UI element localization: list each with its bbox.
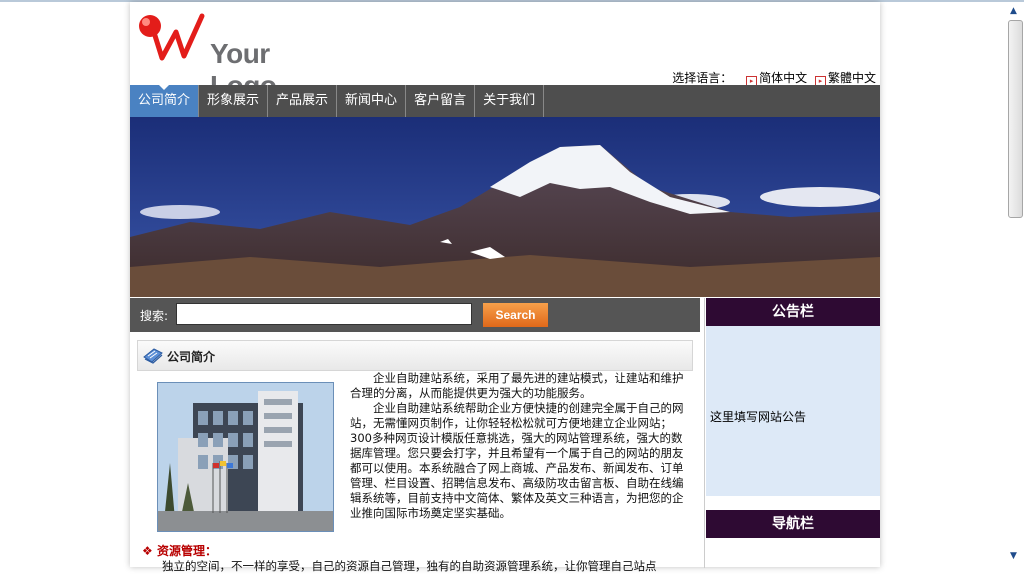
search-button[interactable]: Search [483, 303, 548, 327]
column-divider [704, 298, 705, 568]
navigation-panel-title: 导航栏 [706, 510, 880, 538]
book-icon [142, 345, 164, 368]
notice-board: 这里填写网站公告 [706, 326, 880, 496]
nav-item-news[interactable]: 新闻中心 [337, 85, 407, 117]
intro-paragraph: 企业自助建站系统，采用了最先进的建站模式，让建站和维护合理的分离，从而能提供更为… [350, 371, 684, 400]
nav-item-company-intro[interactable]: 公司简介 [130, 85, 200, 117]
nav-item-image-showcase[interactable]: 形象展示 [199, 85, 269, 117]
section-title: 公司简介 [167, 350, 216, 364]
notice-text: 这里填写网站公告 [710, 410, 807, 424]
language-option-simplified[interactable]: ▸ 简体中文 [746, 71, 811, 87]
nav-item-products[interactable]: 产品展示 [268, 85, 338, 117]
logo-mark-icon [139, 13, 205, 61]
page-container: Your Logo 选择语言： ▸简体中文 ▸繁體中文 公司简介 形象展示 产品… [130, 2, 880, 573]
search-input[interactable] [176, 303, 472, 325]
search-bar: 搜索: Search [130, 298, 700, 332]
language-label: 选择语言： [672, 71, 733, 85]
nav-item-about-us[interactable]: 关于我们 [475, 85, 545, 117]
resource-management-text: 独立的空间，不一样的享受，自己的资源自己管理，独有的自助资源管理系统，让你管理自… [162, 559, 657, 573]
site-logo[interactable]: Your Logo [136, 12, 316, 101]
intro-paragraph: 企业自助建站系统帮助企业方便快捷的创建完全属于自己的网站，无需懂网页制作，让你轻… [350, 401, 684, 520]
company-intro-text: 企业自助建站系统，采用了最先进的建站模式，让建站和维护合理的分离，从而能提供更为… [350, 371, 690, 521]
language-selector: 选择语言： ▸ 简体中文 ▸ 繁體中文 [672, 69, 876, 87]
main-nav: 公司简介 形象展示 产品展示 新闻中心 客户留言 关于我们 [130, 85, 880, 117]
resource-management-title: ❖ 资源管理： [142, 544, 217, 558]
diamond-bullet-icon: ❖ [142, 544, 153, 558]
scrollbar-thumb[interactable] [1008, 20, 1023, 218]
search-label: 搜索: [140, 309, 169, 323]
notice-board-title: 公告栏 [706, 298, 880, 326]
language-option-traditional[interactable]: ▸ 繁體中文 [814, 71, 876, 87]
scroll-up-arrow-icon[interactable]: ▲ [1010, 6, 1017, 16]
scroll-down-arrow-icon[interactable]: ▼ [1010, 551, 1017, 561]
vertical-scrollbar[interactable]: ▲ ▼ [1006, 2, 1024, 567]
company-building-photo [157, 382, 334, 532]
nav-item-guestbook[interactable]: 客户留言 [406, 85, 476, 117]
section-header: 公司简介 [137, 340, 693, 371]
banner-mountain-image [130, 117, 880, 297]
